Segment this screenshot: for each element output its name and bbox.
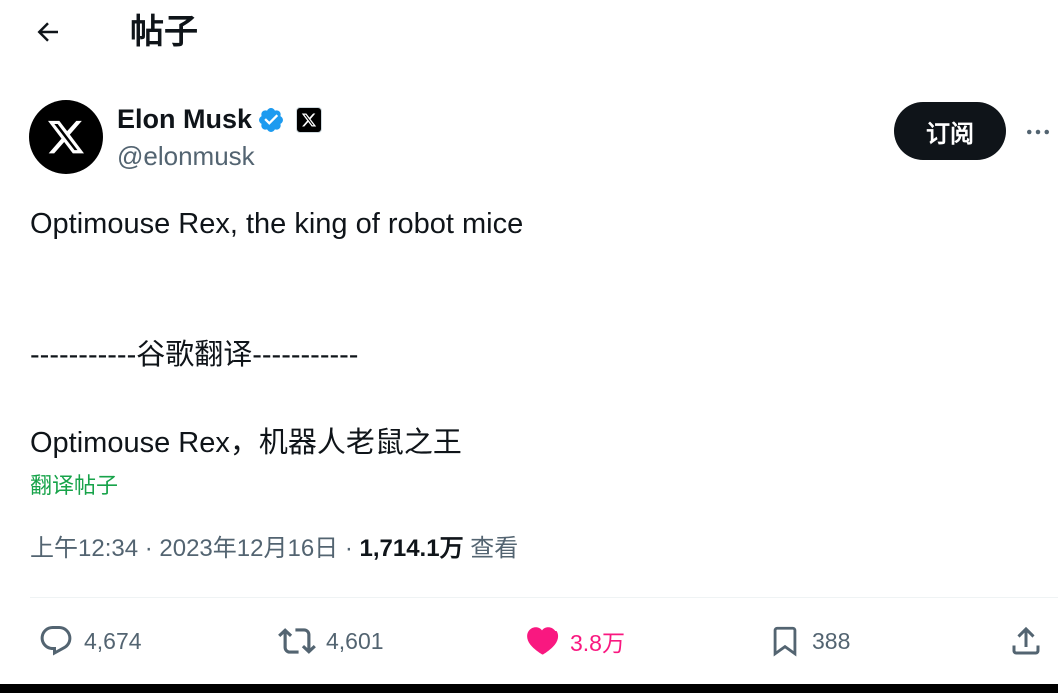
retweet-count: 4,601: [326, 627, 384, 654]
author-handle[interactable]: @elonmusk: [117, 138, 255, 174]
views-label: 查看: [463, 535, 519, 562]
post-date[interactable]: 2023年12月16日: [159, 535, 338, 562]
x-logo-icon: [48, 120, 84, 154]
like-count: 3.8万: [570, 630, 625, 656]
retweet-button[interactable]: 4,601: [278, 610, 384, 672]
more-dots-icon: [1027, 129, 1049, 135]
arrow-left-icon: [37, 22, 58, 42]
bottom-edge: [0, 684, 1058, 693]
x-logo-icon: [301, 113, 317, 127]
reply-icon: [40, 626, 72, 656]
retweet-icon: [278, 628, 316, 654]
share-icon: [1012, 626, 1040, 655]
meta-separator: ·: [138, 535, 160, 562]
avatar[interactable]: [29, 100, 103, 174]
share-button[interactable]: [1008, 610, 1044, 672]
verified-badge-icon: [259, 108, 283, 132]
tweet-meta: 上午12:34 · 2023年12月16日 · 1,714.1万 查看: [30, 532, 518, 566]
page-title: 帖子: [130, 13, 198, 51]
action-bar: 4,674 4,601 3.8万 388: [0, 610, 1058, 672]
bookmark-icon: [773, 626, 797, 657]
view-count[interactable]: 1,714.1万: [360, 535, 464, 562]
more-button[interactable]: [1020, 114, 1056, 150]
translate-post-link[interactable]: 翻译帖子: [30, 470, 118, 502]
author-name[interactable]: Elon Musk: [117, 100, 252, 138]
tweet-translation: Optimouse Rex，机器人老鼠之王: [30, 427, 462, 459]
bookmark-count: 388: [812, 627, 851, 654]
heart-icon: [527, 627, 559, 655]
affiliation-badge[interactable]: [296, 107, 322, 133]
top-bar: 帖子: [0, 0, 1058, 70]
translation-separator: -----------谷歌翻译-----------: [30, 339, 359, 371]
reply-count: 4,674: [84, 627, 142, 654]
meta-separator: ·: [338, 535, 360, 562]
back-button[interactable]: [30, 14, 66, 50]
bookmark-button[interactable]: 388: [768, 610, 850, 672]
tweet-text: Optimouse Rex, the king of robot mice: [30, 208, 524, 240]
post-time[interactable]: 上午12:34: [30, 535, 138, 562]
subscribe-button[interactable]: 订阅: [894, 102, 1006, 160]
divider: [30, 597, 1058, 598]
like-button[interactable]: 3.8万: [524, 610, 625, 672]
reply-button[interactable]: 4,674: [38, 610, 142, 672]
